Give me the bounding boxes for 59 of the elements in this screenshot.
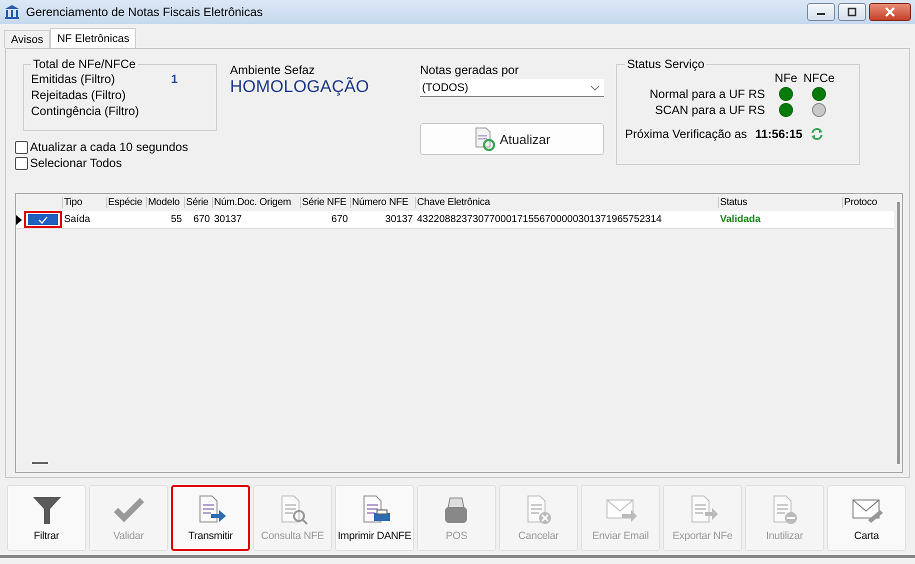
refresh-button[interactable]: Atualizar: [420, 123, 604, 155]
table-cell: 43220882373077000171556700000301371965752314: [417, 214, 662, 225]
total-label: Rejeitadas (Filtro): [31, 88, 127, 102]
close-icon: [885, 7, 895, 17]
toolbar-button[interactable]: Filtrar: [7, 485, 86, 551]
maximize-button[interactable]: [838, 3, 866, 21]
group-title: Total de NFe/NFCe: [32, 57, 137, 71]
maximize-icon: [847, 7, 857, 17]
checkbox-label: Selecionar Todos: [30, 156, 122, 170]
column-label: NFCe: [802, 71, 836, 85]
column-header[interactable]: Chave Eletrônica: [415, 197, 718, 208]
table-cell: 55: [170, 214, 182, 225]
column-header[interactable]: Status: [718, 197, 842, 208]
toolbar-button[interactable]: Imprimir DANFE: [335, 485, 414, 551]
row-checkbox[interactable]: [24, 211, 62, 228]
total-label: Emitidas (Filtro): [31, 72, 116, 86]
column-header[interactable]: Série: [184, 197, 212, 208]
checkbox[interactable]: [15, 140, 28, 154]
next-check-label: Próxima Verificação as: [625, 127, 748, 141]
group-title: Status Serviço: [626, 57, 706, 71]
table-cell: Validada: [720, 214, 761, 225]
table-cell: 30137: [385, 214, 413, 225]
tab[interactable]: Avisos: [4, 30, 50, 48]
column-label: NFe: [774, 71, 798, 85]
toolbar-button[interactable]: Carta: [827, 485, 906, 551]
building-icon: [4, 4, 20, 20]
environment-label: Ambiente Sefaz: [230, 63, 316, 77]
tab[interactable]: NF Eletrônicas: [50, 28, 136, 48]
window-title: Gerenciamento de Notas Fiscais Eletrônicas: [26, 5, 263, 19]
checkbox-option[interactable]: Atualizar a cada 10 segundos: [15, 139, 230, 155]
checkbox[interactable]: [15, 156, 28, 170]
column-header[interactable]: Número NFE: [350, 197, 415, 208]
total-label: Contingência (Filtro): [31, 104, 140, 118]
service-label: Normal para a UF RS: [648, 87, 766, 101]
document-refresh-icon: [474, 127, 496, 151]
next-check-time: 11:56:15: [755, 127, 802, 141]
refresh-icon[interactable]: [810, 127, 824, 141]
column-header[interactable]: Modelo: [146, 197, 184, 208]
toolbar-button[interactable]: Transmitir: [171, 485, 250, 551]
close-button[interactable]: [869, 3, 911, 21]
environment-value: HOMOLOGAÇÃO: [230, 77, 370, 97]
minimize-button[interactable]: [807, 3, 835, 21]
table-cell: Saída: [64, 214, 90, 225]
generated-by-label: Notas geradas por: [420, 63, 520, 77]
column-header[interactable]: Tipo: [62, 197, 106, 208]
table-cell: 30137: [214, 214, 242, 225]
column-header[interactable]: Espécie: [106, 197, 146, 208]
checkbox-label: Atualizar a cada 10 segundos: [30, 140, 188, 154]
table-cell: 670: [331, 214, 348, 225]
checkmark-icon: [38, 216, 48, 224]
generated-by-dropdown[interactable]: (TODOS): [420, 79, 604, 97]
table-cell: 670: [193, 214, 210, 225]
total-value: 1: [171, 72, 178, 86]
column-header[interactable]: Núm.Doc. Origem: [212, 197, 300, 208]
service-label: SCAN para a UF RS: [654, 103, 766, 117]
column-header[interactable]: Série NFE: [300, 197, 350, 208]
chevron-icon: [590, 84, 600, 90]
column-header[interactable]: Protoco: [842, 197, 882, 208]
checkbox-option[interactable]: Selecionar Todos: [15, 155, 230, 171]
